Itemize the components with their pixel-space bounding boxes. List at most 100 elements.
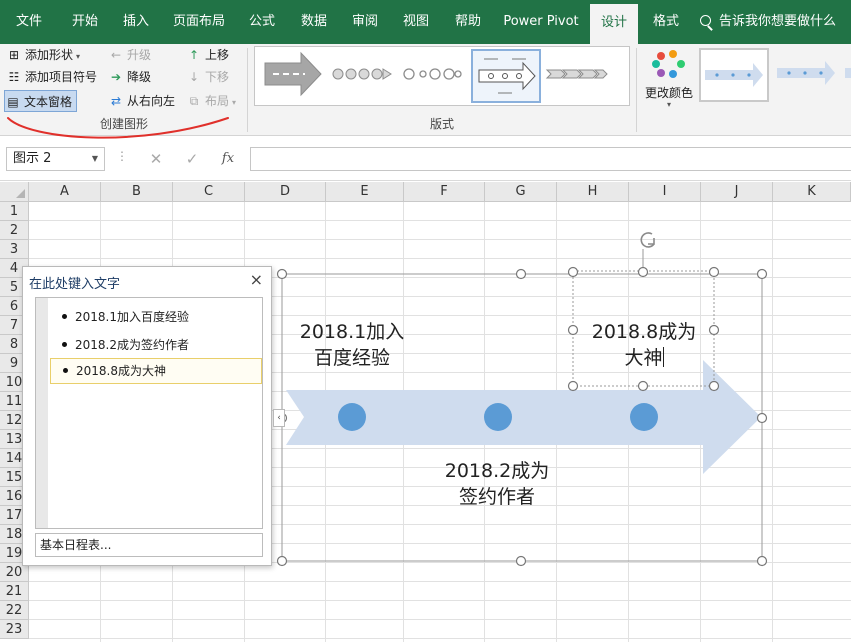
layout-option-basic-timeline[interactable] [471,49,541,103]
column-gridline [700,202,701,642]
tab-format[interactable]: 格式 [644,0,688,44]
column-header[interactable]: E [326,182,404,202]
move-down-button[interactable]: ↓ 下移 [186,66,229,88]
chevron-down-icon[interactable]: ▼ [92,148,98,170]
text-pane-item-selected[interactable]: 2018.8成为大神 [50,358,262,384]
select-all-button[interactable] [0,182,29,202]
layout-button[interactable]: ⧉ 布局 ▾ [186,90,236,112]
org-layout-icon: ⧉ [189,94,199,108]
enter-button[interactable]: ✓ [178,147,206,171]
arrow-right-icon: ➔ [110,70,122,84]
insert-function-button[interactable]: fx [214,147,242,171]
circle-arrows-icon [332,68,392,80]
row-header[interactable]: 2 [0,221,29,240]
style-option-3[interactable] [845,48,851,102]
text-pane-icon: ▤ [7,95,19,109]
style-arrow-icon [777,61,835,85]
chevron-left-icon[interactable]: ‹ [273,409,285,427]
name-box[interactable]: 图示 2 ▼ [6,147,105,171]
column-header[interactable]: D [245,182,326,202]
tab-page-layout[interactable]: 页面布局 [166,0,232,44]
column-header[interactable]: K [773,182,851,202]
row-gridline [29,619,851,620]
row-header[interactable]: 3 [0,240,29,259]
tab-formulas[interactable]: 公式 [240,0,284,44]
tell-me-search[interactable]: 告诉我你想要做什么 [700,0,836,44]
change-colors-label: 更改颜色 [644,86,693,100]
row-header[interactable]: 23 [0,620,29,639]
tab-file[interactable]: 文件 [6,0,52,44]
column-header[interactable]: B [101,182,173,202]
column-header[interactable]: H [557,182,629,202]
row-gridline [29,581,851,582]
row-gridline [29,239,851,240]
formula-bar-grip-icon[interactable]: ⋮ [116,149,128,163]
close-icon[interactable]: × [250,270,263,289]
text-pane-list: 2018.1加入百度经验 2018.2成为签约作者 2018.8成为大神 [35,297,263,529]
ribbon: ⊞ 添加形状 ▾ ☷ 添加项目符号 ▤ 文本窗格 ← 升级 ➔ 降级 ⇄ 从右向左 ↑ 上移 ↓… [0,44,851,136]
tab-power-pivot[interactable]: Power Pivot [498,0,584,44]
layouts-gallery: ▲ ▼ ☰ [254,46,630,106]
add-bullet-button[interactable]: ☷ 添加项目符号 [6,66,97,88]
smartart-styles-gallery [699,46,851,106]
bullet-icon [62,342,67,347]
style-option-1[interactable] [699,48,769,102]
promote-button[interactable]: ← 升级 [108,44,151,66]
tell-me-text: 告诉我你想要做什么 [719,14,837,29]
add-shape-button[interactable]: ⊞ 添加形状 ▾ [6,44,80,66]
tab-design[interactable]: 设计 [590,4,638,44]
column-header[interactable]: A [29,182,101,202]
timeline-label-1[interactable]: 2018.1加入 百度经验 [292,319,412,371]
change-colors-button[interactable]: 更改颜色 ▾ [643,48,695,128]
row-gridline [29,600,851,601]
row-gridline [29,638,851,639]
circle-chain-icon [403,68,462,80]
layouts-group-label: 版式 [430,117,455,131]
column-header[interactable]: C [173,182,245,202]
group-divider [247,48,248,132]
create-graphic-group-label: 创建图形 [100,117,149,131]
text-pane: 在此处键入文字 × 2018.1加入百度经验 2018.2成为签约作者 2018… [22,266,272,566]
column-gridline [772,202,773,642]
demote-button[interactable]: ➔ 降级 [108,66,151,88]
formula-input[interactable] [250,147,851,171]
layout-description-link[interactable]: 基本日程表... [35,533,263,557]
layout-option-circle-arrows[interactable] [329,49,399,103]
text-pane-item[interactable]: 2018.1加入百度经验 [50,304,262,330]
column-header[interactable]: I [629,182,701,202]
bullet-icon [62,314,67,319]
tab-data[interactable]: 数据 [292,0,336,44]
tab-help[interactable]: 帮助 [446,0,490,44]
column-header[interactable]: J [701,182,773,202]
chevron-down-icon: ▾ [76,52,81,61]
column-gridline [556,202,557,642]
arrow-layout-icon [264,51,322,97]
column-gridline [403,202,404,642]
tab-view[interactable]: 视图 [394,0,438,44]
right-to-left-button[interactable]: ⇄ 从右向左 [108,90,175,112]
row-header[interactable]: 22 [0,601,29,620]
text-pane-item[interactable]: 2018.2成为签约作者 [50,332,262,358]
timeline-label-3[interactable]: 2018.8成为 大神 [584,319,704,371]
swap-direction-icon: ⇄ [110,94,122,108]
text-pane-button[interactable]: ▤ 文本窗格 [4,90,78,112]
layout-option-circle-chain[interactable] [399,49,469,103]
tab-insert[interactable]: 插入 [112,0,160,44]
text-cursor [662,347,664,367]
column-header[interactable]: G [485,182,557,202]
tab-review[interactable]: 审阅 [343,0,387,44]
column-header[interactable]: F [404,182,485,202]
row-header[interactable]: 1 [0,202,29,221]
layout-option-chevrons[interactable] [543,49,613,103]
cancel-button[interactable]: ✕ [142,147,170,171]
timeline-label-2[interactable]: 2018.2成为 签约作者 [437,458,557,510]
move-up-button[interactable]: ↑ 上移 [186,44,229,66]
layout-option-arrow[interactable] [259,49,329,103]
arrow-down-icon: ↓ [188,70,200,84]
column-gridline [628,202,629,642]
arrow-up-icon: ↑ [188,48,200,62]
style-option-2[interactable] [773,48,843,102]
tab-home[interactable]: 开始 [59,0,111,44]
ribbon-tab-bar: 文件 开始 插入 页面布局 公式 数据 审阅 视图 帮助 Power Pivot… [0,0,851,44]
row-header[interactable]: 21 [0,582,29,601]
